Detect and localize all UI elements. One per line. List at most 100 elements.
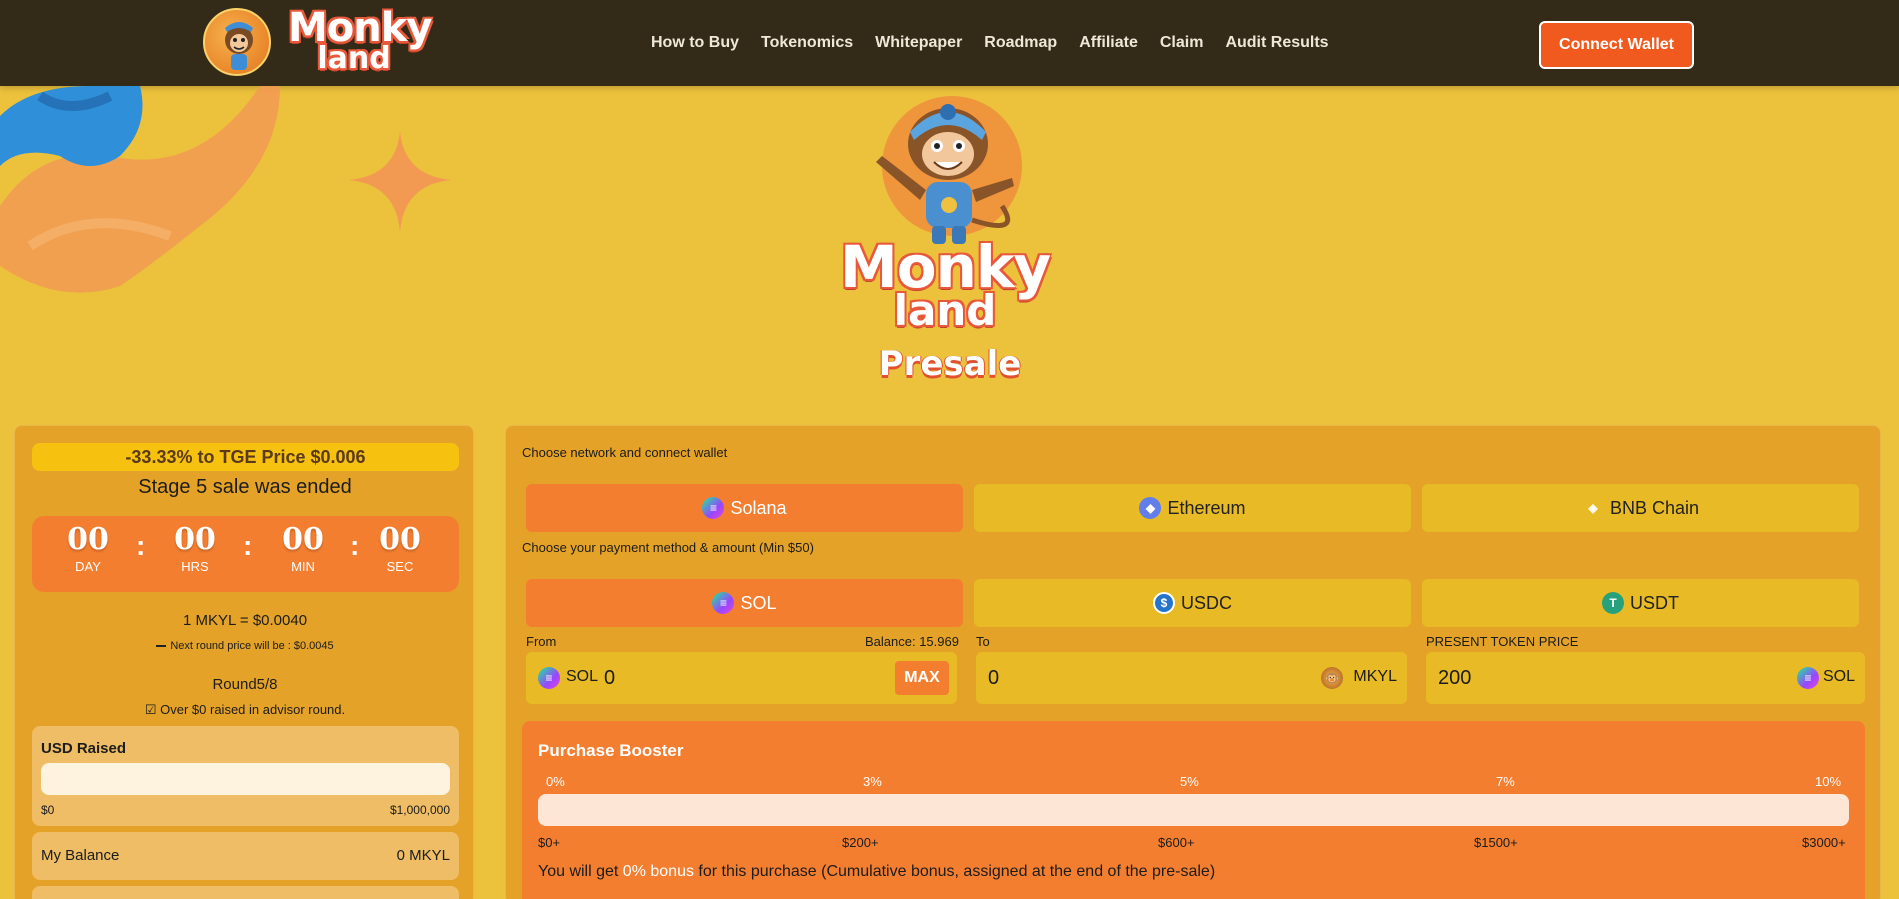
- advisor-round-note: ☑ Over $0 raised in advisor round.: [144, 702, 346, 717]
- timer-seconds: 00 SEC: [365, 522, 435, 574]
- payment-usdc-button[interactable]: $ USDC: [974, 579, 1411, 627]
- network-bnb-button[interactable]: ◈ BNB Chain: [1422, 484, 1859, 532]
- to-amount-field: 🐵 MKYL: [976, 652, 1407, 704]
- from-amount-field: ≡ SOL MAX: [526, 652, 957, 704]
- booster-amount-200: $200+: [842, 835, 879, 850]
- usd-raised-max: $1,000,000: [389, 803, 450, 817]
- timer-hours-label: HRS: [181, 559, 209, 574]
- purchase-booster-panel: Purchase Booster 0% 3% 5% 7% 10% $0+ $20…: [522, 721, 1865, 899]
- timer-hours: 00 HRS: [160, 522, 230, 574]
- booster-amount-3000: $3000+: [1802, 835, 1846, 850]
- network-ethereum-button[interactable]: ◆ Ethereum: [974, 484, 1411, 532]
- booster-amount-0: $0+: [538, 835, 561, 850]
- buy-card: Choose network and connect wallet ≡ Sola…: [505, 425, 1881, 899]
- booster-amount-600: $600+: [1158, 835, 1195, 850]
- mkyl-token-icon: 🐵: [1321, 667, 1343, 689]
- usd-raised-progress-bar: [41, 763, 450, 795]
- booster-note-prefix: You will get: [538, 863, 623, 880]
- usd-raised-min: $0: [41, 803, 55, 817]
- to-label: To: [976, 634, 990, 649]
- next-round-price-text: Next round price will be : $0.0045: [170, 640, 334, 652]
- wallet-balance: Balance: 15.969: [865, 634, 959, 649]
- nav-link-whitepaper[interactable]: Whitepaper: [864, 34, 973, 52]
- nav-link-affiliate[interactable]: Affiliate: [1068, 34, 1149, 52]
- max-button[interactable]: MAX: [895, 661, 949, 695]
- nav-link-roadmap[interactable]: Roadmap: [973, 34, 1068, 52]
- solana-icon: ≡: [1797, 667, 1819, 689]
- timer-days-label: DAY: [75, 559, 101, 574]
- my-balance-panel: My Balance 0 MKYL: [32, 832, 459, 880]
- usdt-icon: T: [1602, 592, 1624, 614]
- network-section-label: Choose network and connect wallet: [522, 445, 728, 460]
- nav-link-how-to-buy[interactable]: How to Buy: [640, 34, 750, 52]
- token-price: 1 MKYL = $0.0040: [182, 612, 308, 629]
- token-price-input[interactable]: [1438, 662, 1758, 694]
- payment-usdt-button[interactable]: T USDT: [1422, 579, 1859, 627]
- top-nav: Monky land How to Buy Tokenomics Whitepa…: [0, 0, 1899, 86]
- nav-link-tokenomics[interactable]: Tokenomics: [750, 34, 864, 52]
- usdc-icon: $: [1152, 592, 1175, 614]
- round-indicator: Round5/8: [212, 676, 278, 693]
- hero-brand-logo: Monky land: [840, 238, 1051, 332]
- presale-status-card: -33.33% to TGE Price $0.006 Stage 5 sale…: [14, 425, 474, 899]
- purchase-booster-title: Purchase Booster: [538, 741, 684, 760]
- network-solana-label: Solana: [730, 497, 787, 518]
- payment-sol-label: SOL: [740, 592, 777, 613]
- timer-separator: :: [136, 530, 146, 561]
- stage-status: Stage 5 sale was ended: [138, 476, 352, 498]
- timer-minutes-label: MIN: [291, 559, 315, 574]
- booster-percent-5: 5%: [1180, 774, 1199, 789]
- countdown-timer: 00 DAY : 00 HRS : 00 MIN : 00 SEC: [32, 516, 459, 592]
- timer-days: 00 DAY: [53, 522, 123, 574]
- connect-wallet-button[interactable]: Connect Wallet: [1539, 21, 1694, 69]
- usd-raised-title: USD Raised: [41, 740, 127, 757]
- payment-usdc-label: USDC: [1180, 592, 1232, 613]
- booster-amount-1500: $1500+: [1474, 835, 1518, 850]
- timer-seconds-label: SEC: [386, 559, 414, 574]
- network-bnb-label: BNB Chain: [1609, 497, 1700, 518]
- next-round-price: Next round price will be : $0.0045: [15, 640, 475, 652]
- booster-percent-0: 0%: [546, 774, 565, 789]
- token-price-label: PRESENT TOKEN PRICE: [1426, 634, 1579, 649]
- to-ticker: MKYL: [1353, 668, 1397, 685]
- bnb-icon: ◈: [1588, 501, 1598, 515]
- payment-sol-button[interactable]: ≡ SOL: [526, 579, 963, 627]
- decorative-shapes: [0, 86, 452, 293]
- booster-note-bonus: 0% bonus: [622, 863, 694, 880]
- monkey-mascot-icon: [876, 96, 1022, 244]
- solana-icon: ≡: [712, 592, 735, 614]
- solana-icon: ≡: [538, 667, 560, 689]
- booster-note: You will get 0% bonus for this purchase …: [538, 863, 1215, 881]
- tge-price-badge: -33.33% to TGE Price $0.006: [32, 443, 459, 471]
- timer-minutes-value: 00: [282, 522, 324, 557]
- timer-seconds-value: 00: [379, 522, 421, 557]
- monkey-logo-icon[interactable]: [203, 8, 271, 76]
- network-solana-button[interactable]: ≡ Solana: [526, 484, 963, 532]
- price-ticker: SOL: [1822, 668, 1855, 685]
- booster-progress-bar[interactable]: [538, 794, 1849, 826]
- nav-link-audit-results[interactable]: Audit Results: [1214, 34, 1339, 52]
- from-label: From: [526, 634, 557, 649]
- my-balance-label: My Balance: [41, 847, 120, 864]
- timer-separator: :: [243, 530, 253, 561]
- token-price-field: ≡ SOL: [1426, 652, 1865, 704]
- timer-minutes: 00 MIN: [268, 522, 338, 574]
- nav-link-claim[interactable]: Claim: [1149, 34, 1215, 52]
- timer-separator: :: [350, 530, 360, 561]
- timer-hours-value: 00: [174, 522, 216, 557]
- booster-percent-3: 3%: [863, 774, 882, 789]
- from-ticker: SOL: [566, 668, 599, 685]
- ethereum-icon: ◆: [1139, 497, 1162, 519]
- booster-percent-7: 7%: [1496, 774, 1515, 789]
- additional-panel: [32, 886, 459, 899]
- brand-logo[interactable]: Monky land: [288, 8, 432, 78]
- my-balance-value: 0 MKYL: [396, 847, 450, 864]
- usd-raised-panel: USD Raised $0 $1,000,000: [32, 726, 459, 826]
- nav-links: How to Buy Tokenomics Whitepaper Roadmap…: [640, 0, 1340, 86]
- to-amount-input[interactable]: [988, 662, 1308, 694]
- payment-section-label: Choose your payment method & amount (Min…: [522, 540, 814, 555]
- page-title: Presale: [878, 344, 1022, 384]
- dash-icon: [156, 645, 167, 648]
- from-amount-input[interactable]: [604, 662, 874, 694]
- network-ethereum-label: Ethereum: [1167, 497, 1246, 518]
